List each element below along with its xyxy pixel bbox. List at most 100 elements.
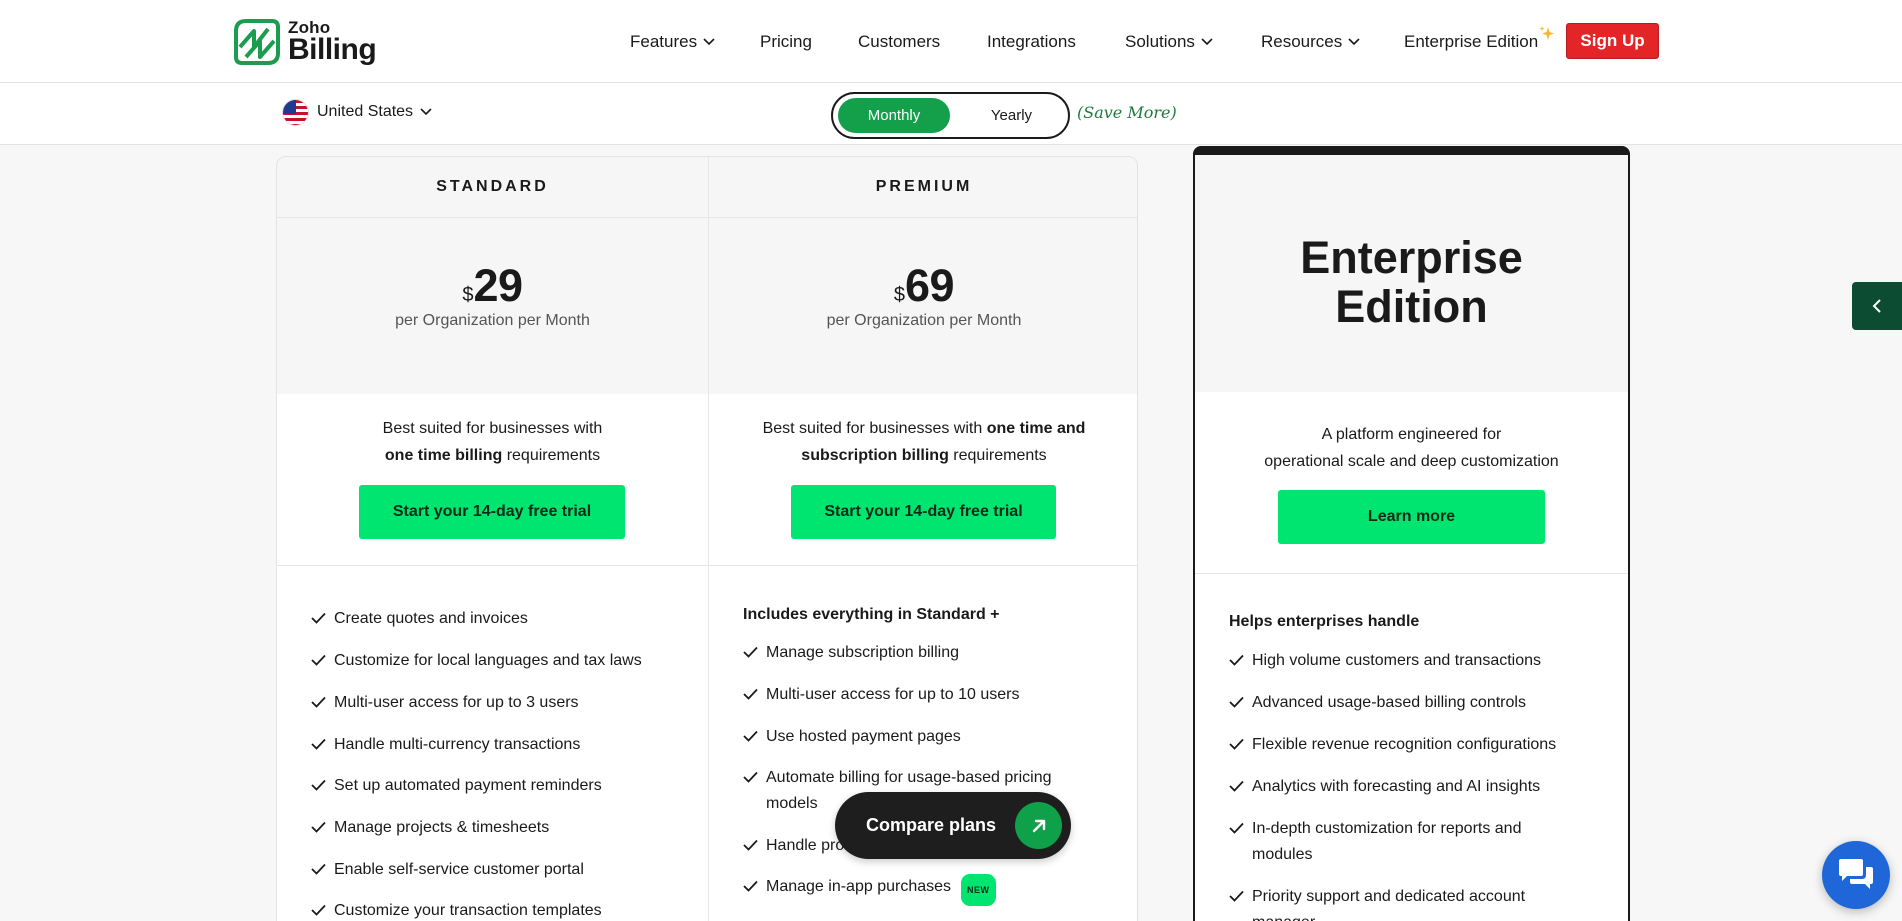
feature-item: Customize your transaction templates: [311, 898, 602, 921]
currency-symbol: $: [893, 284, 906, 306]
checkmark-icon: [311, 904, 326, 916]
save-more-note: (Save More): [1077, 103, 1177, 122]
feature-item: Analytics with forecasting and AI insigh…: [1229, 774, 1540, 800]
checkmark-icon: [311, 821, 326, 833]
feature-item: In-depth customization for reports and m…: [1229, 816, 1569, 868]
sign-up-button[interactable]: Sign Up: [1566, 23, 1659, 59]
feature-item: Manage projects & timesheets: [311, 815, 549, 841]
learn-more-button[interactable]: Learn more: [1278, 490, 1545, 544]
desc-tail: requirements: [948, 447, 1047, 464]
plan-name-standard: STANDARD: [277, 157, 708, 218]
feature-text: Set up automated payment reminders: [334, 777, 602, 794]
divider: [277, 565, 708, 566]
country-selector[interactable]: United States: [282, 97, 432, 127]
plan-description-premium: Best suited for businesses with one time…: [709, 415, 1137, 469]
toggle-yearly[interactable]: Yearly: [959, 98, 1064, 133]
features-heading: Includes everything in Standard +: [743, 606, 1000, 623]
start-trial-button-premium[interactable]: Start your 14-day free trial: [791, 485, 1056, 539]
new-badge: NEW: [961, 874, 996, 906]
checkmark-icon: [311, 738, 326, 750]
price-period: per Organization per Month: [826, 312, 1022, 329]
logo-product-text: Billing: [288, 33, 377, 66]
feature-text: Enable self-service customer portal: [334, 861, 584, 878]
checkmark-icon: [743, 688, 758, 700]
feature-text: Handle pro: [766, 837, 845, 854]
nav-item-solutions[interactable]: Solutions: [1125, 0, 1213, 83]
features-heading: Helps enterprises handle: [1229, 613, 1420, 630]
plan-card-enterprise: Enterprise Edition A platform engineered…: [1193, 146, 1630, 921]
price-amount: 29: [473, 260, 524, 311]
checkmark-icon: [1229, 696, 1244, 708]
price-period: per Organization per Month: [395, 312, 590, 329]
checkmark-icon: [743, 771, 758, 783]
checkmark-icon: [1229, 780, 1244, 792]
feature-text: Advanced usage-based billing controls: [1252, 694, 1526, 711]
feature-text: Use hosted payment pages: [766, 728, 961, 745]
feature-item: Customize for local languages and tax la…: [311, 648, 642, 674]
chat-bubble-icon: [1839, 859, 1873, 889]
zoho-billing-logo[interactable]: Zoho Billing: [232, 16, 377, 68]
feature-item: Flexible revenue recognition configurati…: [1229, 732, 1556, 758]
feature-text: In-depth customization for reports and m…: [1252, 820, 1522, 863]
nav-item-integrations[interactable]: Integrations: [987, 0, 1076, 83]
chat-support-button[interactable]: [1822, 841, 1890, 909]
nav-item-pricing[interactable]: Pricing: [760, 0, 812, 83]
feature-text: Flexible revenue recognition configurati…: [1252, 736, 1557, 753]
checkmark-icon: [743, 880, 758, 892]
desc-bold: one time and: [986, 420, 1086, 437]
feature-text: Priority support and dedicated account m…: [1252, 888, 1526, 921]
checkmark-icon: [743, 646, 758, 658]
feature-text: Analytics with forecasting and AI insigh…: [1252, 778, 1541, 795]
checkmark-icon: [311, 863, 326, 875]
feature-item: Advanced usage-based billing controls: [1229, 690, 1526, 716]
toggle-monthly[interactable]: Monthly: [838, 98, 950, 133]
checkmark-icon: [1229, 890, 1244, 902]
feature-text: Customize your transaction templates: [334, 902, 602, 919]
feature-text: Customize for local languages and tax la…: [334, 652, 642, 669]
top-navigation-bar: Zoho Billing Features Pricing Customers …: [0, 0, 1902, 83]
feature-text: Manage projects & timesheets: [334, 819, 550, 836]
feature-item: Set up automated payment reminders: [311, 773, 602, 799]
country-label: United States: [317, 103, 414, 120]
price-block-standard: $29 per Organization per Month: [277, 218, 708, 394]
feature-item: Manage in-app purchases NEW: [743, 874, 996, 906]
desc-tail: requirements: [502, 447, 601, 464]
chevron-down-icon: [1201, 37, 1213, 45]
feature-text: High volume customers and transactions: [1252, 652, 1542, 669]
divider: [709, 565, 1137, 566]
side-panel-toggle[interactable]: [1852, 282, 1902, 330]
nav-solutions-label: Solutions: [1125, 31, 1195, 51]
chevron-down-icon: [1348, 37, 1360, 45]
checkmark-icon: [1229, 738, 1244, 750]
nav-customers-label: Customers: [858, 31, 941, 51]
feature-item: Multi-user access for up to 3 users: [311, 690, 579, 716]
desc-line: A platform engineered for: [1321, 426, 1502, 443]
arrow-up-right-icon: [1015, 802, 1062, 849]
checkmark-icon: [311, 612, 326, 624]
currency-symbol: $: [462, 284, 474, 306]
feature-item: Create quotes and invoices: [311, 606, 528, 632]
start-trial-button-standard[interactable]: Start your 14-day free trial: [359, 485, 625, 539]
enterprise-header: Enterprise Edition: [1195, 155, 1628, 392]
compare-plans-label: Compare plans: [866, 815, 997, 835]
desc-bold: one time billing: [384, 447, 503, 464]
compare-plans-button[interactable]: Compare plans: [835, 792, 1071, 859]
checkmark-icon: [1229, 822, 1244, 834]
nav-item-features[interactable]: Features: [630, 0, 715, 83]
nav-enterprise-label: Enterprise Edition: [1404, 31, 1539, 51]
nav-item-resources[interactable]: Resources: [1261, 0, 1360, 83]
feature-text: Manage subscription billing: [766, 644, 959, 661]
plan-description-enterprise: A platform engineered for operational sc…: [1195, 421, 1628, 475]
desc-bold: subscription billing: [801, 447, 949, 464]
plan-name-premium: PREMIUM: [709, 157, 1137, 218]
nav-item-customers[interactable]: Customers: [858, 0, 940, 83]
nav-item-enterprise-edition[interactable]: Enterprise Edition: [1404, 0, 1538, 83]
plan-card-standard: STANDARD $29 per Organization per Month …: [277, 157, 708, 921]
feature-item: Handle multi-currency transactions: [311, 732, 580, 758]
chevron-down-icon: [420, 108, 432, 116]
price-standard: $29: [277, 260, 708, 312]
price-amount: 69: [905, 260, 955, 311]
feature-text: Create quotes and invoices: [334, 610, 528, 627]
nav-resources-label: Resources: [1261, 31, 1343, 51]
us-flag-icon: [282, 98, 309, 126]
